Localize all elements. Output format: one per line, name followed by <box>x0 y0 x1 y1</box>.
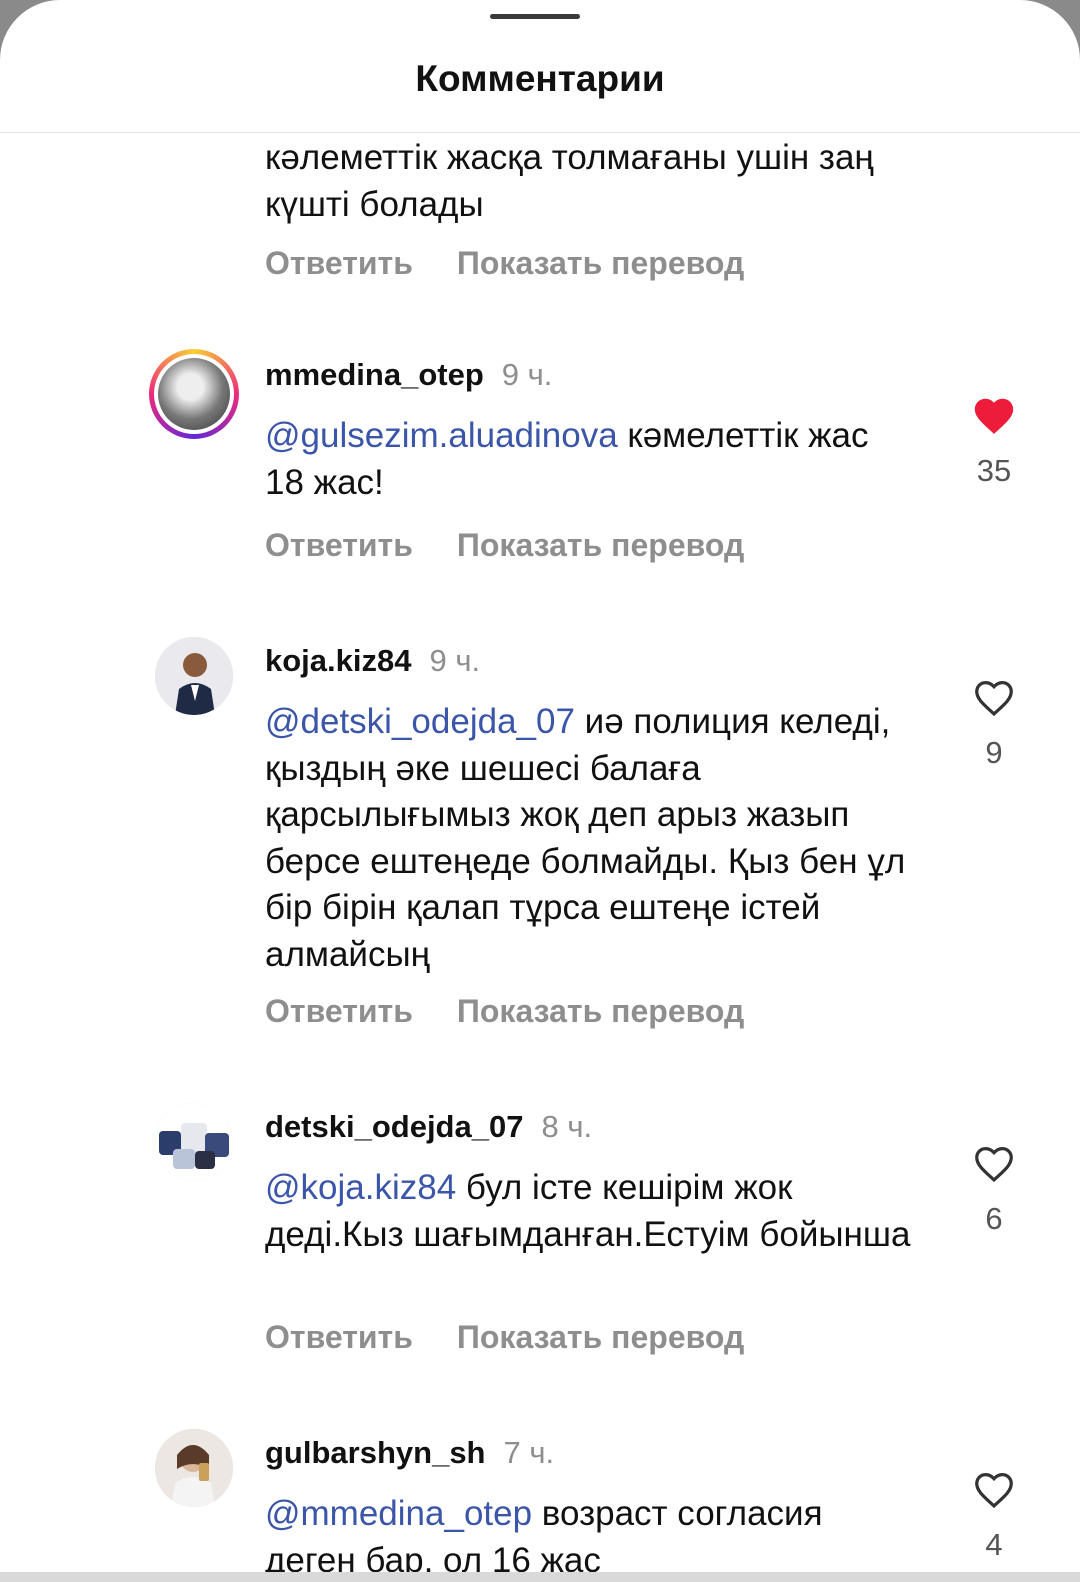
show-translation-button[interactable]: Показать перевод <box>457 527 744 563</box>
comment-meta: koja.kiz84 9 ч. <box>265 643 480 679</box>
avatar-image <box>155 1103 233 1181</box>
comment-time: 9 ч. <box>429 643 481 678</box>
reply-button[interactable]: Ответить <box>265 245 413 281</box>
comment-username[interactable]: detski_odejda_07 <box>265 1109 523 1144</box>
comment-mention[interactable]: @detski_odejda_07 <box>265 702 575 741</box>
comment-username[interactable]: gulbarshyn_sh <box>265 1435 486 1470</box>
avatar-image <box>155 637 233 715</box>
show-translation-button[interactable]: Показать перевод <box>457 993 744 1029</box>
heart-outline-icon[interactable] <box>971 675 1017 721</box>
comment-text: @detski_odejda_07 иә полиция келеді, қыз… <box>265 699 915 978</box>
comment-mention[interactable]: @mmedina_otep <box>265 1494 532 1533</box>
comments-sheet: Комментарии кәлеметтік жасқа толмағаны у… <box>0 0 1080 1582</box>
comment-actions: Ответить Показать перевод <box>265 527 744 564</box>
like-control[interactable]: 9 <box>963 675 1025 771</box>
heart-outline-icon[interactable] <box>971 1141 1017 1187</box>
reply-button[interactable]: Ответить <box>265 1319 413 1355</box>
comment-actions: Ответить Показать перевод <box>265 1319 744 1356</box>
comment-meta: detski_odejda_07 8 ч. <box>265 1109 592 1145</box>
comment-time: 7 ч. <box>503 1435 555 1470</box>
like-control[interactable]: 4 <box>963 1467 1025 1563</box>
comment-mention[interactable]: @koja.kiz84 <box>265 1168 456 1207</box>
bottom-edge <box>0 1572 1080 1582</box>
comment-meta: gulbarshyn_sh 7 ч. <box>265 1435 554 1471</box>
comment-actions: Ответить Показать перевод <box>265 245 744 282</box>
reply-button[interactable]: Ответить <box>265 527 413 563</box>
comment-text: @gulsezim.aluadinova кәмелеттік жас 18 ж… <box>265 413 915 506</box>
comment-time: 9 ч. <box>501 357 553 392</box>
comment-actions: Ответить Показать перевод <box>265 993 744 1030</box>
comment-username[interactable]: mmedina_otep <box>265 357 484 392</box>
show-translation-button[interactable]: Показать перевод <box>457 245 744 281</box>
comments-list[interactable]: кәлеметтік жасқа толмағаны ушін заң күшт… <box>0 133 1080 1573</box>
sheet-title: Комментарии <box>415 58 665 99</box>
like-count: 4 <box>985 1527 1003 1562</box>
avatar[interactable] <box>155 1103 233 1181</box>
comment-meta: mmedina_otep 9 ч. <box>265 357 552 393</box>
like-count: 9 <box>985 735 1003 770</box>
like-count: 35 <box>976 453 1012 488</box>
like-count: 6 <box>985 1201 1003 1236</box>
comment-username[interactable]: koja.kiz84 <box>265 643 411 678</box>
avatar[interactable] <box>149 349 239 439</box>
like-control[interactable]: 6 <box>963 1141 1025 1237</box>
comment-text: @koja.kiz84 бул істе кешірім жок деді.Кы… <box>265 1165 915 1258</box>
reply-button[interactable]: Ответить <box>265 993 413 1029</box>
comment-time: 8 ч. <box>541 1109 593 1144</box>
comment-text: @mmedina_otep возраст согласия деген бар… <box>265 1491 915 1573</box>
avatar-image <box>158 358 230 430</box>
heart-filled-icon[interactable] <box>971 393 1017 439</box>
avatar[interactable] <box>155 637 233 715</box>
comment-body: иә полиция келеді, қыздың әке шешесі бал… <box>265 702 906 974</box>
avatar[interactable] <box>155 1429 233 1507</box>
drag-handle[interactable] <box>490 14 580 19</box>
avatar-image <box>155 1429 233 1507</box>
comment-text: кәлеметтік жасқа толмағаны ушін заң күшт… <box>265 138 874 224</box>
show-translation-button[interactable]: Показать перевод <box>457 1319 744 1355</box>
heart-outline-icon[interactable] <box>971 1467 1017 1513</box>
comment-mention[interactable]: @gulsezim.aluadinova <box>265 416 618 455</box>
like-control[interactable]: 35 <box>963 393 1025 489</box>
